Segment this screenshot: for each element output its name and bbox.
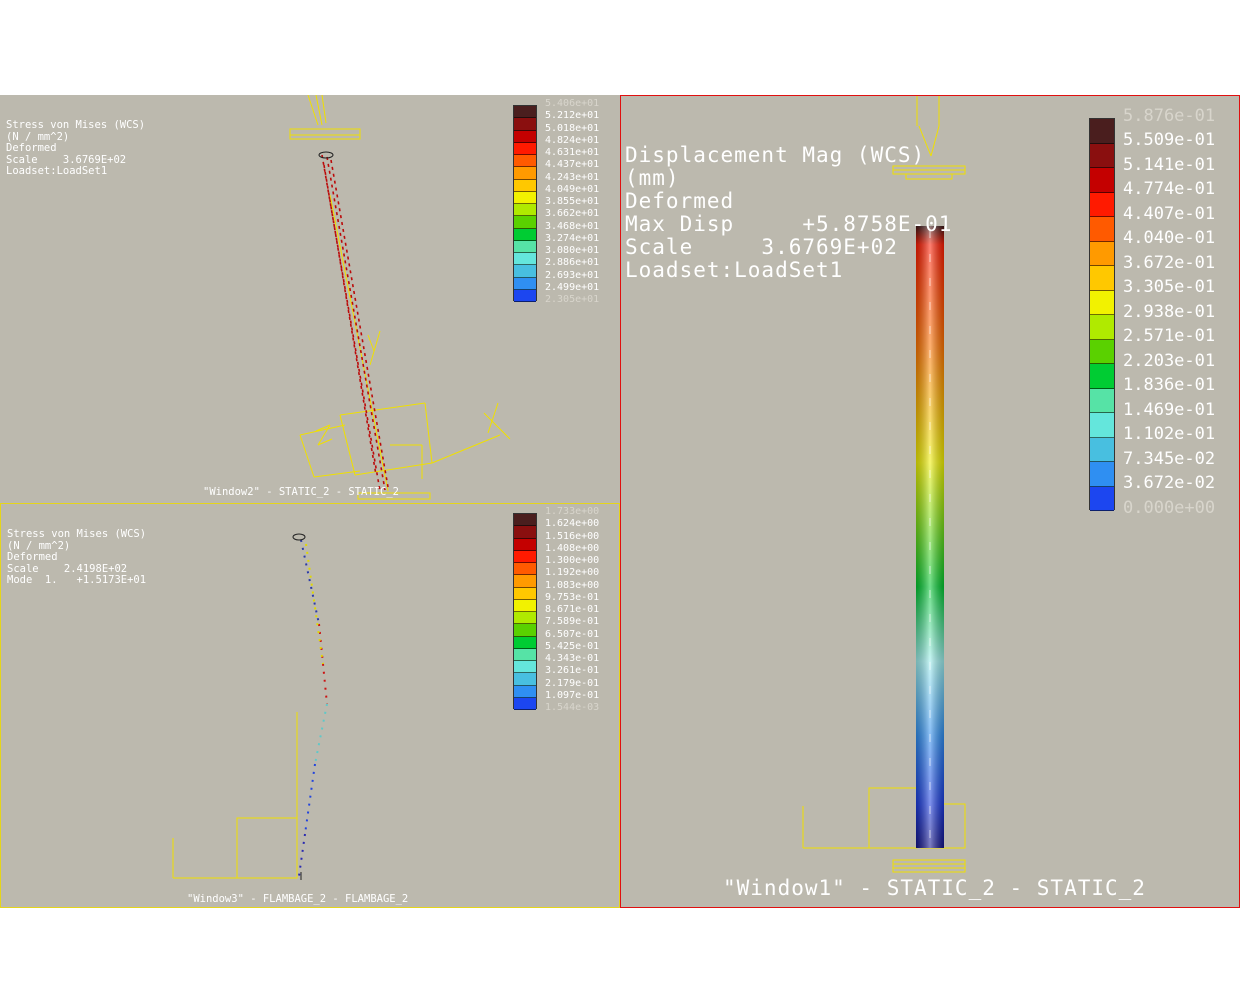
legend-label: 1.192e+00 <box>545 567 600 579</box>
legend-label: 3.080e+01 <box>545 245 600 256</box>
legend-label: 2.203e-01 <box>1123 350 1216 371</box>
legend-label: 1.408e+00 <box>545 542 600 554</box>
legend-label: 4.824e+01 <box>545 134 600 146</box>
legend-label: 7.345e-02 <box>1123 448 1216 469</box>
legend-label: 1.300e+00 <box>545 555 600 566</box>
legend-label: 2.886e+01 <box>545 257 600 269</box>
legend-label: 5.509e-01 <box>1123 130 1216 151</box>
legend-label: 3.261e-01 <box>545 665 600 677</box>
legend-label: 2.693e+01 <box>545 269 600 281</box>
window3-color-legend: 1.733e+00 1.624e+00 1.516e+00 1.408e+00 1.30… <box>513 507 618 713</box>
legend-label: 3.274e+01 <box>545 232 600 244</box>
window3-viewport[interactable]: Stress von Mises (WCS) (N / mm^2) Deformed… <box>0 503 620 908</box>
legend-label: 6.507e-01 <box>545 628 600 640</box>
window2-legend-colorbar <box>513 105 537 302</box>
legend-label: 1.102e-01 <box>1123 424 1216 445</box>
legend-label: 3.855e+01 <box>545 196 600 207</box>
window1-legend-colorbar <box>1089 118 1115 511</box>
legend-label: 8.671e-01 <box>545 604 600 615</box>
legend-label: 1.624e+00 <box>545 518 600 530</box>
legend-label: 5.018e+01 <box>545 122 600 134</box>
window3-result-info: Stress von Mises (WCS) (N / mm^2) Deformed… <box>7 528 147 586</box>
window2-viewport[interactable]: Stress von Mises (WCS) (N / mm^2) Deformed… <box>0 95 620 503</box>
legend-label: 4.774e-01 <box>1123 179 1216 200</box>
legend-label: 4.437e+01 <box>545 159 600 171</box>
legend-label: 5.212e+01 <box>545 110 600 122</box>
legend-label: 2.305e+01 <box>545 294 600 305</box>
legend-label: 1.733e+00 <box>545 506 600 517</box>
legend-label: 1.083e+00 <box>545 579 600 591</box>
window3-legend-colorbar <box>513 513 537 710</box>
window2-title: "Window2" - STATIC_2 - STATIC_2 <box>203 486 399 498</box>
legend-label: 4.631e+01 <box>545 147 600 158</box>
window3-title: "Window3" - FLAMBAGE_2 - FLAMBAGE_2 <box>187 893 409 905</box>
legend-label: 5.425e-01 <box>545 640 600 652</box>
legend-label: 1.097e-01 <box>545 689 600 701</box>
legend-label: 5.876e-01 <box>1123 105 1216 126</box>
window2-color-legend: 5.406e+01 5.212e+01 5.018e+01 4.824e+01 4.63… <box>513 99 618 305</box>
legend-label: 2.938e-01 <box>1123 301 1216 322</box>
legend-label: 4.243e+01 <box>545 171 600 183</box>
legend-label: 3.672e-02 <box>1123 473 1216 494</box>
legend-label: 1.836e-01 <box>1123 375 1216 396</box>
legend-label: 2.179e-01 <box>545 677 600 689</box>
legend-label: 3.468e+01 <box>545 220 600 232</box>
legend-label: 0.000e+00 <box>1123 497 1216 518</box>
window2-result-info: Stress von Mises (WCS) (N / mm^2) Deformed… <box>6 119 146 177</box>
legend-label: 4.343e-01 <box>545 653 600 664</box>
legend-label: 4.049e+01 <box>545 183 600 195</box>
legend-label: 7.589e-01 <box>545 616 600 628</box>
window1-viewport[interactable]: Displacement Mag (WCS) (mm) Deformed Max Di… <box>620 95 1240 908</box>
legend-label: 4.407e-01 <box>1123 203 1216 224</box>
legend-label: 3.672e-01 <box>1123 252 1216 273</box>
window1-title: "Window1" - STATIC_2 - STATIC_2 <box>723 876 1146 900</box>
legend-label: 4.040e-01 <box>1123 228 1216 249</box>
legend-label: 2.571e-01 <box>1123 326 1216 347</box>
legend-label: 1.469e-01 <box>1123 399 1216 420</box>
legend-label: 2.499e+01 <box>545 281 600 293</box>
legend-label: 3.662e+01 <box>545 208 600 220</box>
legend-label: 5.141e-01 <box>1123 154 1216 175</box>
legend-label: 1.544e-03 <box>545 702 600 713</box>
window1-result-info: Displacement Mag (WCS) (mm) Deformed Max Di… <box>625 143 953 282</box>
legend-label: 3.305e-01 <box>1123 277 1216 298</box>
legend-label: 5.406e+01 <box>545 98 600 109</box>
legend-label: 9.753e-01 <box>545 591 600 603</box>
window1-color-legend: 5.876e-01 5.509e-01 5.141e-01 4.774e-01 4.40… <box>1089 107 1239 518</box>
legend-label: 1.516e+00 <box>545 530 600 542</box>
